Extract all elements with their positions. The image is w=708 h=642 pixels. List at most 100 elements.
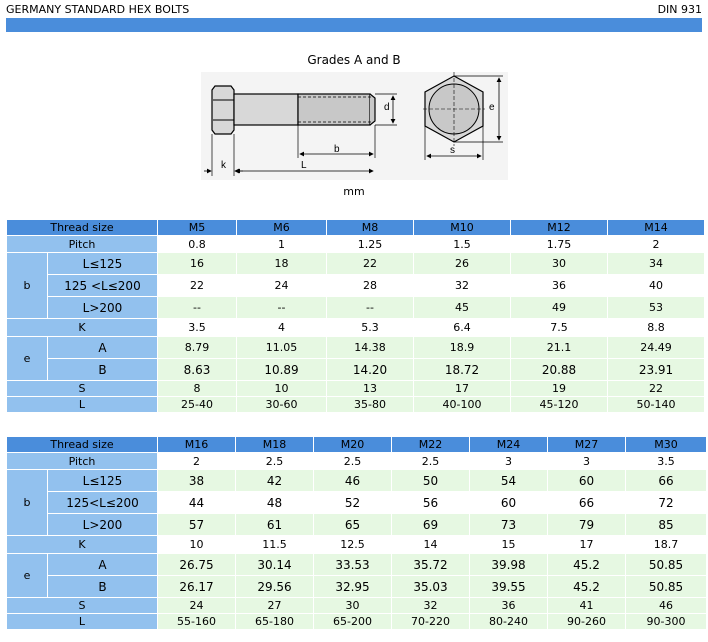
row-label: B bbox=[48, 359, 157, 380]
value-cell: 26 bbox=[414, 253, 510, 274]
value-cell: 2.5 bbox=[236, 453, 313, 469]
value-cell: 0.8 bbox=[158, 236, 236, 252]
value-cell: 38 bbox=[158, 470, 235, 491]
value-cell: 32.95 bbox=[314, 576, 391, 597]
value-cell: 50.85 bbox=[626, 554, 706, 575]
value-cell: 1.75 bbox=[511, 236, 607, 252]
k-label: K bbox=[7, 536, 157, 553]
figure-title: Grades A and B bbox=[307, 53, 401, 67]
b-row: b L≤125 38 42 46 50 54 60 66 bbox=[7, 470, 706, 535]
value-cell: 22 bbox=[608, 381, 704, 396]
value-cell: 18.72 bbox=[414, 359, 510, 380]
value-cell: 90-260 bbox=[548, 614, 625, 629]
value-cell: 18.7 bbox=[626, 536, 706, 553]
b-group-label: b bbox=[7, 253, 47, 318]
e-row: B 8.63 10.89 14.20 18.72 20.88 23.91 bbox=[7, 359, 704, 380]
e-group-label: e bbox=[7, 337, 47, 380]
e-label: e bbox=[489, 102, 495, 113]
value-cell: 36 bbox=[470, 598, 547, 613]
value-cell: 1.5 bbox=[414, 236, 510, 252]
b-row: b L≤125 16 18 22 26 30 34 bbox=[7, 253, 704, 318]
value-cell: 3 bbox=[548, 453, 625, 469]
value-cell: 85 bbox=[626, 514, 706, 535]
value-cell: 26.17 bbox=[158, 576, 235, 597]
value-cell: 69 bbox=[392, 514, 469, 535]
value-cell: 23.91 bbox=[608, 359, 704, 380]
k-row: K 3.5 4 5.3 6.4 7.5 8.8 bbox=[7, 319, 704, 336]
value-cell: 73 bbox=[470, 514, 547, 535]
value-cell: -- bbox=[237, 297, 326, 318]
value-cell: 4 bbox=[237, 319, 326, 336]
value-cell: -- bbox=[327, 297, 413, 318]
value-cell: 2.5 bbox=[392, 453, 469, 469]
value-cell: 35-80 bbox=[327, 397, 413, 412]
value-cell: 66 bbox=[626, 470, 706, 491]
value-cell: 72 bbox=[626, 492, 706, 513]
value-cell: 26.75 bbox=[158, 554, 235, 575]
value-cell: 90-300 bbox=[626, 614, 706, 629]
d-label: d bbox=[384, 102, 390, 113]
value-cell: 54 bbox=[470, 470, 547, 491]
value-cell: 65-200 bbox=[314, 614, 391, 629]
header-row: Thread size M5 M6 M8 M10 M12 M14 bbox=[7, 220, 704, 235]
row-label: L≤125 bbox=[48, 253, 157, 274]
thread-size-label: Thread size bbox=[7, 220, 157, 235]
value-cell: 17 bbox=[548, 536, 625, 553]
e-group-label: e bbox=[7, 554, 47, 597]
size-cell: M6 bbox=[237, 220, 326, 235]
value-cell: 52 bbox=[314, 492, 391, 513]
value-cell: 2.5 bbox=[314, 453, 391, 469]
value-cell: 8.63 bbox=[158, 359, 236, 380]
s-label: s bbox=[450, 145, 455, 156]
value-cell: 45 bbox=[414, 297, 510, 318]
l-label: L bbox=[7, 614, 157, 629]
value-cell: 3.5 bbox=[626, 453, 706, 469]
value-cell: 56 bbox=[392, 492, 469, 513]
value-cell: 14.38 bbox=[327, 337, 413, 358]
value-cell: 29.56 bbox=[236, 576, 313, 597]
row-label: L≤125 bbox=[48, 470, 157, 491]
value-cell: 30.14 bbox=[236, 554, 313, 575]
value-cell: 7.5 bbox=[511, 319, 607, 336]
row-label: 125 <L≤200 bbox=[48, 275, 157, 296]
standard-code: DIN 931 bbox=[657, 3, 702, 16]
pitch-row: Pitch 0.8 1 1.25 1.5 1.75 2 bbox=[7, 236, 704, 252]
size-cell: M27 bbox=[548, 437, 625, 452]
row-label: L>200 bbox=[48, 514, 157, 535]
value-cell: 19 bbox=[511, 381, 607, 396]
value-cell: 24.49 bbox=[608, 337, 704, 358]
b-row: 125 <L≤200 22 24 28 32 36 40 bbox=[7, 275, 704, 296]
size-cell: M22 bbox=[392, 437, 469, 452]
size-cell: M12 bbox=[511, 220, 607, 235]
value-cell: 10.89 bbox=[237, 359, 326, 380]
value-cell: 17 bbox=[414, 381, 510, 396]
value-cell: 8.79 bbox=[158, 337, 236, 358]
bolt-drawing: d b L k e s bbox=[201, 72, 508, 180]
value-cell: 10 bbox=[237, 381, 326, 396]
value-cell: 34 bbox=[608, 253, 704, 274]
value-cell: 42 bbox=[236, 470, 313, 491]
value-cell: 18 bbox=[237, 253, 326, 274]
e-row: B 26.17 29.56 32.95 35.03 39.55 45.2 50.… bbox=[7, 576, 706, 597]
value-cell: 44 bbox=[158, 492, 235, 513]
value-cell: 1 bbox=[237, 236, 326, 252]
value-cell: 8 bbox=[158, 381, 236, 396]
value-cell: 60 bbox=[470, 492, 547, 513]
header-row: Thread size M16 M18 M20 M22 M24 M27 M30 bbox=[7, 437, 706, 452]
value-cell: -- bbox=[158, 297, 236, 318]
value-cell: 15 bbox=[470, 536, 547, 553]
value-cell: 25-40 bbox=[158, 397, 236, 412]
header-bar bbox=[6, 18, 702, 32]
value-cell: 65 bbox=[314, 514, 391, 535]
value-cell: 22 bbox=[327, 253, 413, 274]
size-cell: M8 bbox=[327, 220, 413, 235]
value-cell: 50-140 bbox=[608, 397, 704, 412]
size-cell: M5 bbox=[158, 220, 236, 235]
value-cell: 57 bbox=[158, 514, 235, 535]
pitch-row: Pitch 2 2.5 2.5 2.5 3 3 3.5 bbox=[7, 453, 706, 469]
value-cell: 10 bbox=[158, 536, 235, 553]
spec-table-m16-m30: Thread size M16 M18 M20 M22 M24 M27 M30 … bbox=[6, 436, 707, 630]
k-label: K bbox=[7, 319, 157, 336]
value-cell: 1.25 bbox=[327, 236, 413, 252]
size-cell: M24 bbox=[470, 437, 547, 452]
